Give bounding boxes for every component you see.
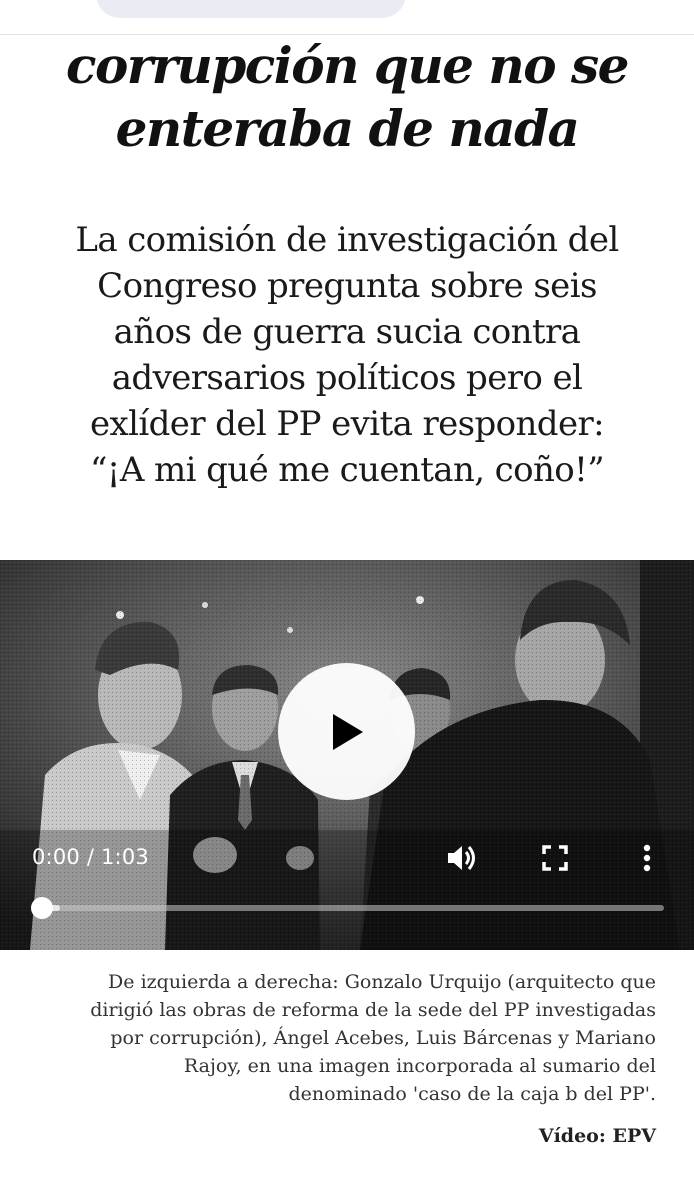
video-credit: Vídeo: EPV [538,1125,656,1147]
play-button[interactable] [278,663,415,800]
volume-button[interactable] [444,840,480,876]
time-separator: / [79,845,101,869]
duration: 1:03 [101,845,149,869]
browser-search-pill[interactable] [96,0,406,18]
play-icon [329,712,365,752]
more-options-button[interactable] [632,840,662,876]
volume-icon [446,843,478,873]
progress-track[interactable] [40,905,664,911]
current-time: 0:00 [32,845,80,869]
fullscreen-button[interactable] [537,840,573,876]
photo-caption: De izquierda a derecha: Gonzalo Urquijo … [90,971,656,1105]
more-options-icon [643,844,651,872]
article-headline: corrupción que no se enteraba de nada [66,36,629,158]
fullscreen-icon [542,845,568,871]
progress-thumb[interactable] [31,897,53,919]
article-subtitle: La comisión de investigación del Congres… [75,220,619,490]
time-readout: 0:00 / 1:03 [32,845,149,869]
